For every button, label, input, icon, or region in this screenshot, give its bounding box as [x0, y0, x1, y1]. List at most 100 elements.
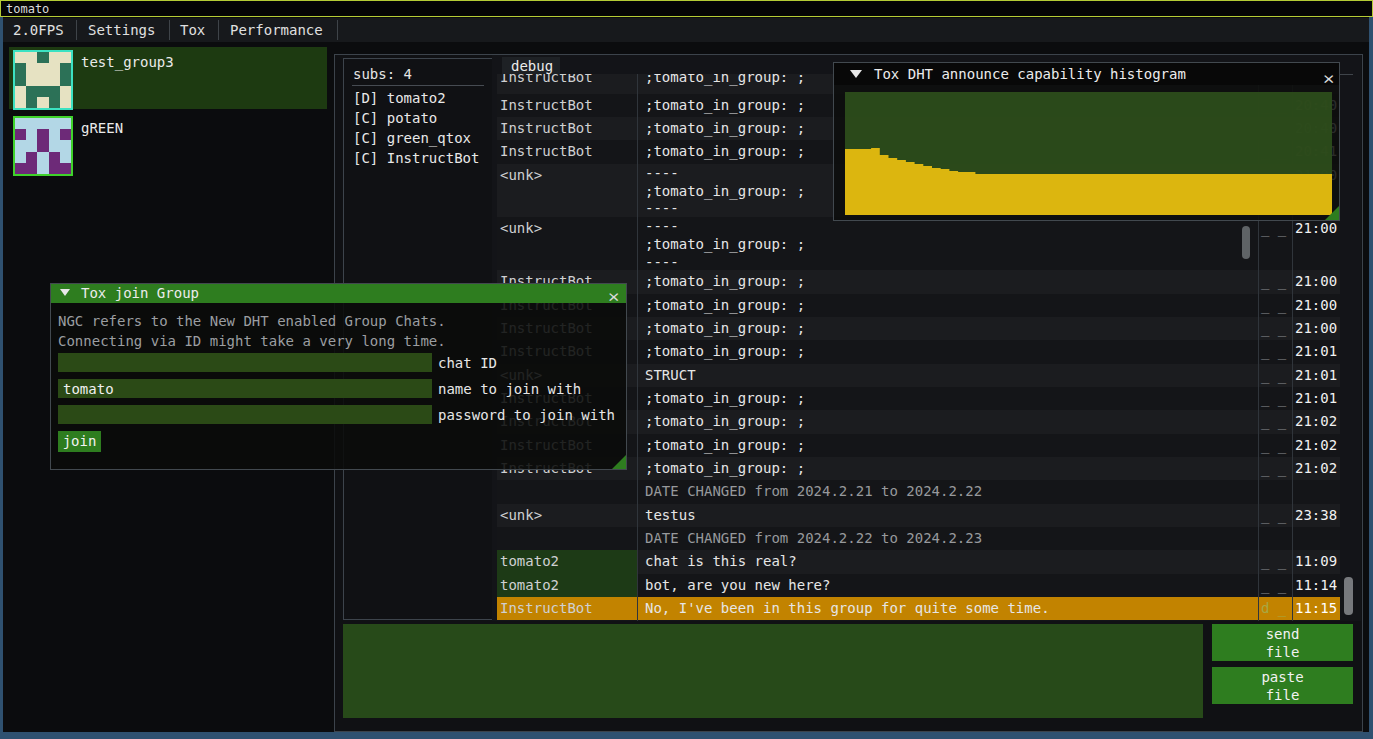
histogram-resize-grip[interactable]	[1325, 206, 1339, 220]
menu-separator	[337, 20, 338, 40]
message-sender: InstructBot	[500, 120, 635, 136]
window-titlebar[interactable]: tomato	[0, 0, 1373, 17]
join-resize-grip[interactable]	[612, 455, 626, 469]
message-flags: _ _	[1261, 297, 1286, 313]
message-text: ;tomato_in_group: ;	[645, 437, 805, 453]
menu-performance[interactable]: Performance	[230, 22, 323, 38]
message-text: ;tomato_in_group: ;	[645, 74, 805, 85]
window-frame-left	[0, 17, 3, 739]
join-button[interactable]: join	[58, 431, 101, 452]
group-row-gREEN[interactable]: gREEN	[9, 113, 327, 175]
date-separator-row[interactable]: DATE CHANGED from 2024.2.22 to 2024.2.23	[497, 527, 1340, 550]
fps-indicator: 2.0FPS	[13, 22, 64, 38]
column-divider	[637, 74, 638, 621]
message-input[interactable]	[343, 624, 1203, 718]
message-flags: _ _	[1261, 413, 1286, 429]
join-field-name-to-join-with[interactable]: tomato	[58, 379, 432, 398]
message-text: ;tomato_in_group: ;	[645, 413, 805, 429]
join-field-label: password to join with	[438, 407, 615, 423]
message-text: chat is this real?	[645, 553, 797, 569]
send-file-button[interactable]: send file	[1212, 624, 1353, 661]
group-avatar	[13, 50, 73, 110]
join-window-title: Tox join Group	[81, 285, 199, 301]
message-flags: d _	[1261, 600, 1286, 616]
subs-member[interactable]: [C] green_qtox	[353, 130, 471, 146]
paste-file-button[interactable]: paste file	[1212, 667, 1353, 704]
message-sender: <unk>	[500, 220, 635, 236]
group-row-test_group3[interactable]: test_group3	[9, 47, 327, 109]
message-flags: _ _	[1261, 273, 1286, 289]
join-group-window[interactable]: Tox join Group ✕ NGC refers to the New D…	[50, 283, 627, 470]
message-row[interactable]: <unk> ---- ;tomato_in_group: ; ---- _ _ 21:…	[497, 217, 1340, 270]
message-time: 21:01	[1295, 390, 1337, 406]
message-time: 21:00	[1295, 297, 1337, 313]
window-frame-right	[1369, 17, 1373, 739]
message-flags: _ _	[1261, 460, 1286, 476]
message-time: 21:02	[1295, 413, 1337, 429]
message-sender: tomato2	[500, 553, 635, 569]
subs-count-label: subs: 4	[353, 66, 412, 82]
date-separator-row[interactable]: DATE CHANGED from 2024.2.21 to 2024.2.22	[497, 480, 1340, 503]
message-sender: InstructBot	[500, 74, 635, 85]
join-info-line1: NGC refers to the New DHT enabled Group …	[58, 313, 446, 329]
message-row[interactable]: InstructBot No, I've been in this group f…	[497, 597, 1340, 620]
message-flags: _ _	[1261, 367, 1286, 383]
menu-separator	[218, 20, 219, 40]
chat-scrollbar-thumb[interactable]	[1344, 577, 1353, 615]
message-row[interactable]: <unk> testus _ _ 23:38	[497, 504, 1340, 527]
message-text: ;tomato_in_group: ;	[645, 390, 805, 406]
message-text: No, I've been in this group for quite so…	[645, 600, 1050, 616]
subs-separator	[352, 85, 484, 86]
subs-member[interactable]: [D] tomato2	[353, 90, 446, 106]
message-text: ;tomato_in_group: ;	[645, 273, 805, 289]
message-flags: _ _	[1261, 437, 1286, 453]
message-row[interactable]: tomato2bot, are you new here?_ _11:14	[497, 574, 1340, 597]
message-flags: _ _	[1261, 220, 1286, 236]
join-field-label: name to join with	[438, 381, 581, 397]
group-name: gREEN	[81, 120, 123, 136]
collapse-arrow-icon[interactable]	[850, 70, 862, 78]
message-text: ;tomato_in_group: ;	[645, 120, 805, 136]
join-close-icon[interactable]: ✕	[608, 286, 619, 305]
menu-bar: 2.0FPS Settings Tox Performance	[3, 18, 1369, 42]
message-row[interactable]: tomato2chat is this real?_ _11:09	[497, 550, 1340, 573]
message-text: ;tomato_in_group: ;	[645, 143, 805, 159]
message-sender: <unk>	[500, 507, 635, 523]
message-text: ---- ;tomato_in_group: ; ----	[645, 165, 805, 217]
message-time: 21:01	[1295, 343, 1337, 359]
message-time: 21:00	[1295, 220, 1337, 236]
histogram-window-titlebar[interactable]: Tox DHT announce capability histogram ✕	[834, 63, 1339, 85]
message-text: STRUCT	[645, 367, 696, 383]
message-text: ---- ;tomato_in_group: ; ----	[645, 218, 805, 270]
subs-member[interactable]: [C] InstructBot	[353, 150, 479, 166]
join-field-password-to-join-with[interactable]	[58, 405, 432, 424]
subs-member[interactable]: [C] potato	[353, 110, 437, 126]
message-text: ;tomato_in_group: ;	[645, 97, 805, 113]
join-window-titlebar[interactable]: Tox join Group ✕	[51, 284, 626, 303]
join-field-chat-ID[interactable]	[58, 353, 432, 372]
message-time: 11:14	[1295, 577, 1337, 593]
collapse-arrow-icon[interactable]	[60, 289, 70, 296]
message-flags: _ _	[1261, 553, 1286, 569]
message-text: ;tomato_in_group: ;	[645, 320, 805, 336]
message-text: testus	[645, 507, 696, 523]
window-title: tomato	[6, 2, 49, 16]
tab-debug-label: debug	[511, 58, 553, 74]
message-flags: _ _	[1261, 343, 1286, 359]
message-sender: InstructBot	[500, 600, 635, 616]
message-flags: _ _	[1261, 320, 1286, 336]
message-cell-scrollbar[interactable]	[1242, 226, 1250, 259]
menu-tox[interactable]: Tox	[180, 22, 205, 38]
menu-settings[interactable]: Settings	[88, 22, 155, 38]
message-text: ;tomato_in_group: ;	[645, 297, 805, 313]
message-flags: _ _	[1261, 507, 1286, 523]
message-time: 23:38	[1295, 507, 1337, 523]
message-text: bot, are you new here?	[645, 577, 830, 593]
message-time: 11:15	[1295, 600, 1337, 616]
histogram-close-icon[interactable]: ✕	[1323, 68, 1334, 87]
join-info-line2: Connecting via ID might take a very long…	[58, 333, 446, 349]
message-sender: <unk>	[500, 167, 635, 183]
message-time: 21:01	[1295, 367, 1337, 383]
menu-separator	[76, 20, 77, 40]
histogram-window[interactable]: Tox DHT announce capability histogram ✕	[833, 62, 1340, 221]
